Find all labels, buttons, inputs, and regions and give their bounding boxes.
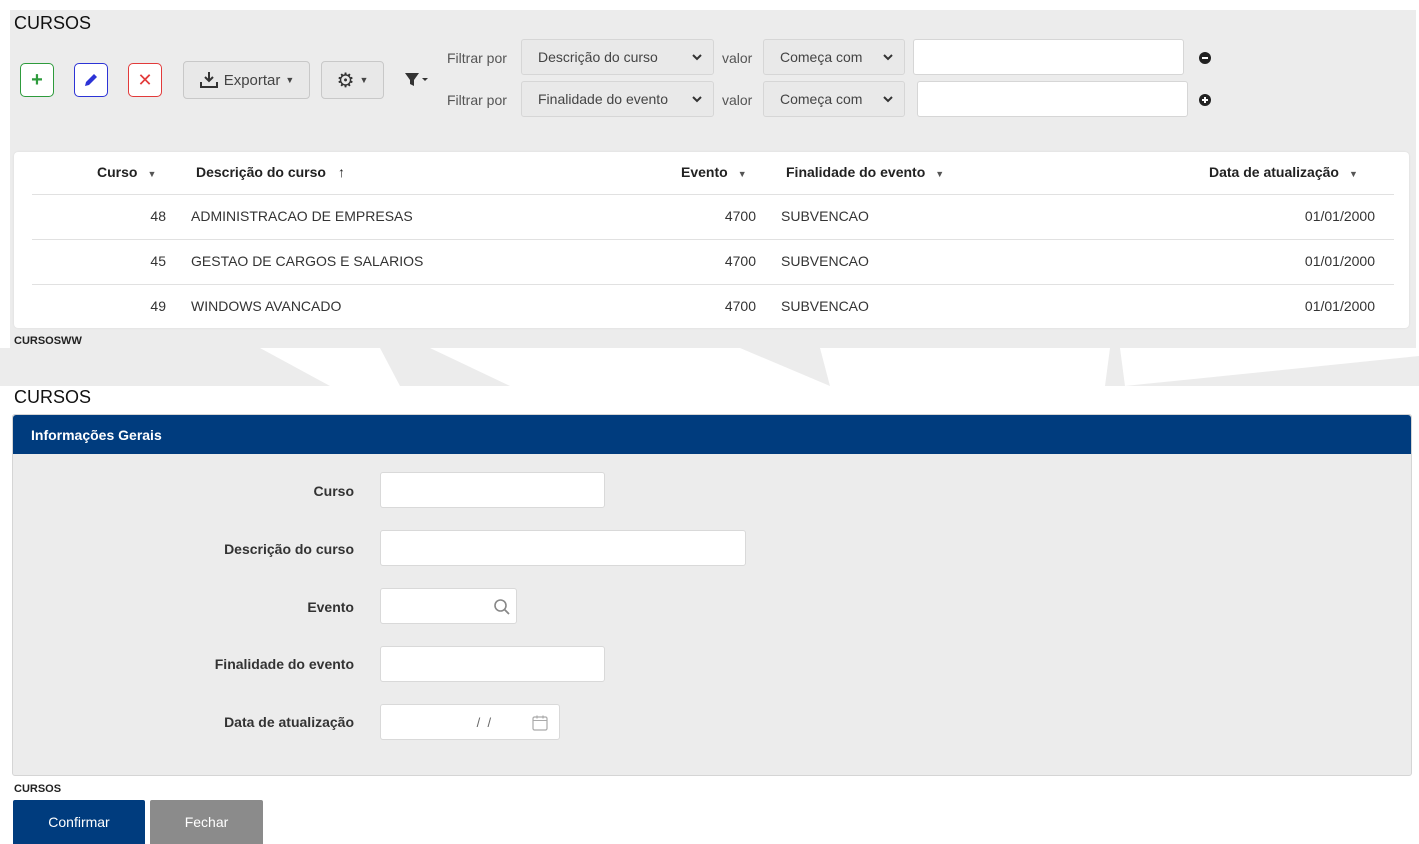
cell-descricao[interactable]: WINDOWS AVANCADO <box>191 298 341 314</box>
settings-button[interactable]: ⚙ ▼ <box>321 61 384 99</box>
pencil-icon <box>85 74 97 86</box>
filter-field-select[interactable]: Descrição do curso <box>521 39 714 75</box>
caret-down-icon: ▼ <box>935 169 945 179</box>
calendar-icon[interactable] <box>531 714 549 732</box>
remove-filter-icon[interactable] <box>1199 52 1211 64</box>
filter-operator-value: Começa com <box>780 49 863 65</box>
field-label-curso: Curso <box>313 483 354 499</box>
divider <box>32 194 1394 195</box>
column-header-curso[interactable]: Curso ▼ <box>97 164 156 180</box>
caret-down-icon: ▼ <box>147 169 157 179</box>
close-button[interactable]: Fechar <box>150 800 263 844</box>
add-filter-icon[interactable] <box>1199 94 1211 106</box>
close-icon: ✕ <box>137 69 153 90</box>
caret-down-icon: ▼ <box>737 169 747 179</box>
filter-field-select[interactable]: Finalidade do evento <box>521 81 714 117</box>
cell-curso[interactable]: 49 <box>100 298 166 314</box>
caret-down-icon: ▼ <box>1348 169 1358 179</box>
form-title: CURSOS <box>14 387 92 407</box>
filter-menu-button[interactable] <box>403 70 431 95</box>
data-input[interactable]: / / <box>380 704 560 740</box>
column-header-descricao[interactable]: Descrição do curso ↑ <box>196 164 345 180</box>
field-label-finalidade: Finalidade do evento <box>214 656 354 672</box>
column-header-label: Data de atualização <box>1209 164 1339 180</box>
chevron-down-icon <box>883 54 893 61</box>
cell-descricao[interactable]: GESTAO DE CARGOS E SALARIOS <box>191 253 423 269</box>
panel-header: Informações Gerais <box>13 415 1411 454</box>
descricao-input[interactable] <box>380 530 746 566</box>
column-header-label: Finalidade do evento <box>786 164 926 180</box>
filter-value-input[interactable] <box>913 39 1184 75</box>
filter-field-value: Descrição do curso <box>538 49 658 65</box>
filter-label: Filtrar por <box>447 50 507 66</box>
chevron-down-icon <box>692 96 702 103</box>
chevron-down-icon <box>692 54 702 61</box>
column-header-finalidade[interactable]: Finalidade do evento ▼ <box>786 164 944 180</box>
cell-evento[interactable]: 4700 <box>680 253 756 269</box>
field-label-data: Data de atualização <box>224 714 354 730</box>
finalidade-input[interactable] <box>380 646 605 682</box>
filter-operator-select[interactable]: Começa com <box>763 81 905 117</box>
page-title: CURSOS <box>14 13 92 33</box>
cell-evento[interactable]: 4700 <box>680 298 756 314</box>
background-decoration <box>0 348 1419 386</box>
form-footer-code: CURSOS <box>14 783 62 795</box>
list-footer-code: CURSOSWW <box>14 335 82 347</box>
caret-down-icon: ▼ <box>285 75 295 85</box>
gear-icon: ⚙ <box>336 69 355 92</box>
caret-down-icon: ▼ <box>359 75 369 85</box>
column-header-evento[interactable]: Evento ▼ <box>681 164 747 180</box>
sort-ascending-icon: ↑ <box>337 164 345 180</box>
filter-operator-value: Começa com <box>780 91 863 107</box>
column-header-label: Evento <box>681 164 728 180</box>
divider <box>32 284 1394 285</box>
edit-button[interactable] <box>74 63 108 97</box>
add-button[interactable]: + <box>20 63 54 97</box>
search-icon[interactable] <box>493 598 511 616</box>
filter-label: Filtrar por <box>447 92 507 108</box>
column-header-label: Descrição do curso <box>196 164 326 180</box>
plus-icon: + <box>31 68 43 91</box>
filter-value-input[interactable] <box>917 81 1188 117</box>
curso-input[interactable] <box>380 472 605 508</box>
cell-data[interactable]: 01/01/2000 <box>1260 208 1375 224</box>
filter-icon <box>405 73 428 86</box>
confirm-button[interactable]: Confirmar <box>13 800 145 844</box>
filter-operator-select[interactable]: Começa com <box>763 39 905 75</box>
field-label-evento: Evento <box>307 599 354 615</box>
column-header-label: Curso <box>97 164 138 180</box>
chevron-down-icon <box>883 96 893 103</box>
value-label: valor <box>722 50 753 66</box>
cell-data[interactable]: 01/01/2000 <box>1260 253 1375 269</box>
cell-curso[interactable]: 45 <box>100 253 166 269</box>
cell-descricao[interactable]: ADMINISTRACAO DE EMPRESAS <box>191 208 413 224</box>
field-label-descricao: Descrição do curso <box>224 541 354 557</box>
download-icon <box>199 72 218 88</box>
column-header-data[interactable]: Data de atualização ▼ <box>1209 164 1358 180</box>
cell-finalidade[interactable]: SUBVENCAO <box>781 208 869 224</box>
value-label: valor <box>722 92 753 108</box>
filter-field-value: Finalidade do evento <box>538 91 668 107</box>
divider <box>32 239 1394 240</box>
export-button[interactable]: Exportar ▼ <box>183 61 310 99</box>
date-placeholder: / / <box>473 715 492 730</box>
export-label: Exportar <box>223 71 281 89</box>
delete-button[interactable]: ✕ <box>128 63 162 97</box>
cell-curso[interactable]: 48 <box>100 208 166 224</box>
cell-evento[interactable]: 4700 <box>680 208 756 224</box>
cell-finalidade[interactable]: SUBVENCAO <box>781 298 869 314</box>
cell-finalidade[interactable]: SUBVENCAO <box>781 253 869 269</box>
cell-data[interactable]: 01/01/2000 <box>1260 298 1375 314</box>
evento-input[interactable] <box>380 588 517 624</box>
